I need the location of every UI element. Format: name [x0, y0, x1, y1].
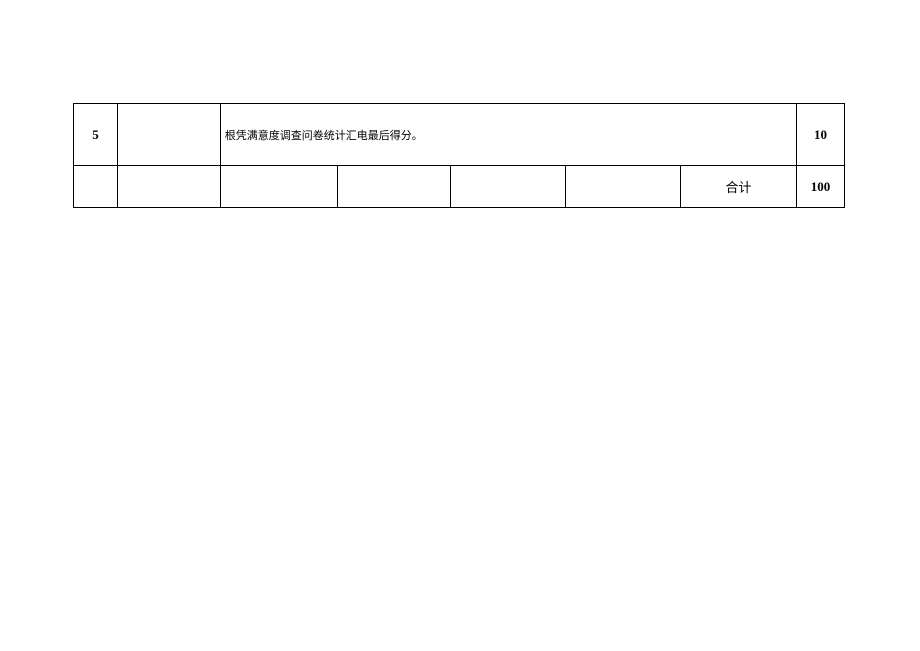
empty-cell: [74, 166, 118, 208]
total-label-cell: 合计: [681, 166, 797, 208]
description-text: 根凭满意度调查问卷统计汇电最后得分。: [225, 130, 423, 142]
empty-cell: [566, 166, 681, 208]
row-number-cell: 5: [74, 104, 118, 166]
empty-cell: [117, 166, 220, 208]
description-cell: 根凭满意度调查问卷统计汇电最后得分。: [220, 104, 796, 166]
empty-cell: [451, 166, 566, 208]
score-cell: 10: [796, 104, 844, 166]
score-value: 10: [814, 127, 827, 142]
total-label: 合计: [726, 180, 752, 195]
table: 5 根凭满意度调查问卷统计汇电最后得分。 10 合计 100: [73, 103, 845, 208]
empty-cell: [337, 166, 451, 208]
empty-cell: [220, 166, 337, 208]
total-value-cell: 100: [796, 166, 844, 208]
table-row: 5 根凭满意度调查问卷统计汇电最后得分。 10: [74, 104, 845, 166]
empty-cell: [117, 104, 220, 166]
table-row: 合计 100: [74, 166, 845, 208]
total-value: 100: [811, 179, 831, 194]
row-number: 5: [92, 127, 99, 142]
scoring-table-fragment: 5 根凭满意度调查问卷统计汇电最后得分。 10 合计 100: [73, 103, 845, 208]
